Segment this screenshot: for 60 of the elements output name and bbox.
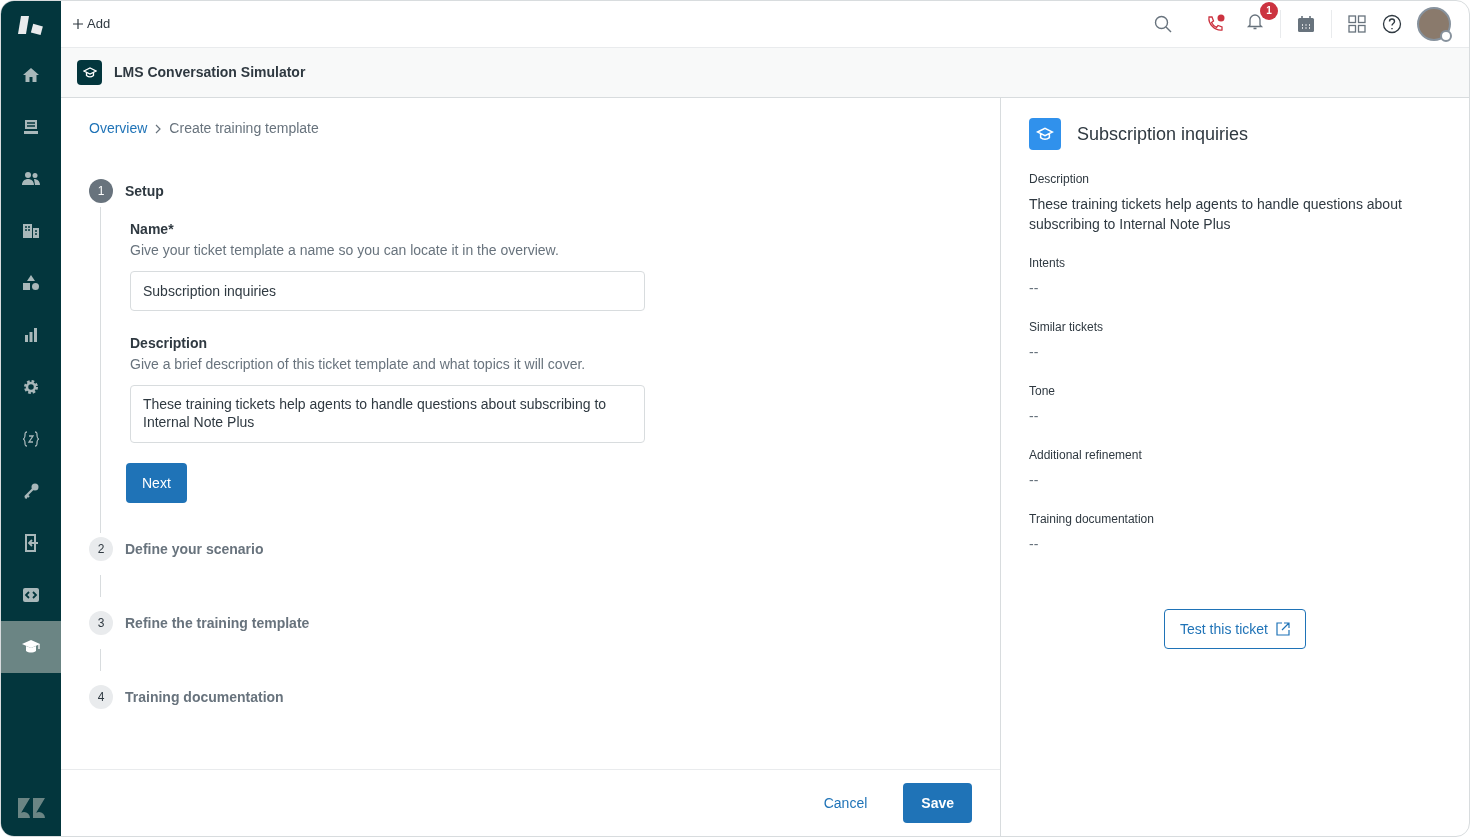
chevron-right-icon bbox=[155, 123, 162, 134]
settings-icon bbox=[21, 377, 41, 397]
search-icon bbox=[1153, 14, 1173, 34]
detail-label: Intents bbox=[1029, 255, 1067, 272]
home-icon bbox=[21, 65, 41, 85]
step-title: Define your scenario bbox=[125, 539, 264, 559]
phone-button[interactable] bbox=[1205, 14, 1225, 34]
step-number: 1 bbox=[89, 179, 113, 203]
breadcrumb-current: Create training template bbox=[169, 119, 319, 138]
detail-value: -- bbox=[1029, 279, 1040, 298]
external-link-icon bbox=[1275, 622, 1290, 636]
avatar[interactable] bbox=[1417, 7, 1451, 41]
plus-icon bbox=[73, 19, 83, 29]
detail-label: Description bbox=[1029, 171, 1091, 188]
detail-value: -- bbox=[1029, 535, 1040, 554]
field-label: Description bbox=[130, 334, 208, 353]
graduation-cap-icon bbox=[1029, 118, 1061, 150]
cancel-button[interactable]: Cancel bbox=[823, 792, 868, 814]
search-button[interactable] bbox=[1153, 14, 1173, 34]
detail-value: -- bbox=[1029, 343, 1040, 362]
preview-title: Subscription inquiries bbox=[1077, 122, 1249, 146]
braces-icon bbox=[21, 429, 41, 449]
next-button[interactable]: Next bbox=[126, 463, 187, 503]
detail-value: These training tickets help agents to handle questions about subscribing to Internal Note Plus bbox=[1029, 195, 1403, 234]
calendar-button[interactable] bbox=[1296, 14, 1316, 34]
step-title: Setup bbox=[125, 181, 164, 201]
field-hint: Give a brief description of this ticket template and what topics it will cover. bbox=[130, 355, 587, 374]
grid-icon bbox=[1347, 14, 1367, 34]
code-icon bbox=[21, 585, 41, 605]
app-title: LMS Conversation Simulator bbox=[114, 63, 306, 82]
breadcrumb-link[interactable]: Overview bbox=[89, 118, 148, 139]
phone-icon bbox=[1205, 14, 1225, 34]
step-title: Training documentation bbox=[125, 687, 284, 707]
help-button[interactable] bbox=[1382, 14, 1402, 34]
detail-value: -- bbox=[1029, 407, 1040, 426]
step-number: 2 bbox=[89, 537, 113, 561]
field-label: Name* bbox=[130, 220, 175, 239]
detail-label: Similar tickets bbox=[1029, 319, 1104, 336]
add-button[interactable]: Add bbox=[73, 14, 111, 34]
step-title: Refine the training template bbox=[125, 613, 310, 633]
inbox-icon bbox=[21, 117, 41, 137]
graduation-cap-icon bbox=[77, 60, 102, 85]
step-number: 4 bbox=[89, 685, 113, 709]
building-icon bbox=[21, 221, 41, 241]
description-field[interactable]: These training tickets help agents to handle questions about subscribing to Internal Note Plus bbox=[130, 385, 645, 443]
grid-button[interactable] bbox=[1347, 14, 1367, 34]
detail-value: -- bbox=[1029, 471, 1040, 490]
graduation-cap-nav-item[interactable] bbox=[1, 621, 61, 673]
notification-badge: 1 bbox=[1260, 1, 1278, 20]
save-button[interactable]: Save bbox=[903, 783, 972, 823]
detail-label: Additional refinement bbox=[1029, 447, 1143, 464]
step-number: 3 bbox=[89, 611, 113, 635]
calendar-icon bbox=[1296, 14, 1316, 34]
name-field[interactable]: Subscription inquiries bbox=[130, 271, 645, 311]
detail-label: Training documentation bbox=[1029, 511, 1155, 528]
shapes-icon bbox=[21, 273, 41, 293]
help-icon bbox=[1382, 14, 1402, 34]
detail-label: Tone bbox=[1029, 383, 1057, 400]
test-ticket-button[interactable]: Test this ticket bbox=[1164, 609, 1306, 649]
field-hint: Give your ticket template a name so you can locate it in the overview. bbox=[130, 241, 560, 260]
